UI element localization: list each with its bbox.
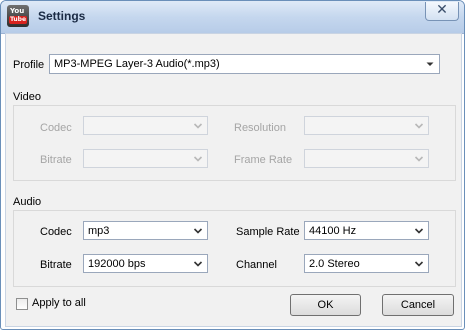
- video-resolution-select[interactable]: [304, 116, 429, 135]
- window-title: Settings: [38, 9, 86, 23]
- audio-codec-value: mp3: [88, 225, 110, 237]
- chevron-down-icon: [193, 259, 203, 269]
- title-bar[interactable]: You Tube Settings ✕: [1, 1, 464, 34]
- video-codec-select[interactable]: [83, 116, 208, 135]
- app-icon-text-bottom: Tube: [9, 16, 27, 24]
- profile-select[interactable]: MP3-MPEG Layer-3 Audio(*.mp3): [49, 54, 440, 74]
- close-button[interactable]: ✕: [425, 2, 459, 21]
- chevron-down-icon: [193, 121, 203, 131]
- profile-label: Profile: [13, 59, 45, 71]
- audio-bitrate-value: 192000 bps: [88, 258, 146, 270]
- profile-value: MP3-MPEG Layer-3 Audio(*.mp3): [54, 58, 220, 70]
- chevron-down-icon: [414, 121, 424, 131]
- video-bitrate-label: Bitrate: [40, 154, 72, 166]
- audio-codec-select[interactable]: mp3: [83, 221, 208, 240]
- app-icon-text-top: You: [10, 7, 25, 15]
- chevron-down-icon: [193, 226, 203, 236]
- audio-bitrate-select[interactable]: 192000 bps: [83, 254, 208, 273]
- video-codec-label: Codec: [40, 122, 72, 134]
- audio-section-label: Audio: [13, 196, 42, 208]
- audio-channel-label: Channel: [236, 259, 277, 271]
- settings-dialog: You Tube Settings ✕ Profile MP3-MPEG Lay…: [0, 0, 465, 330]
- ok-button[interactable]: OK: [290, 294, 361, 316]
- video-section-label: Video: [13, 91, 41, 103]
- video-framerate-label: Frame Rate: [234, 154, 293, 166]
- chevron-down-icon: [414, 259, 424, 269]
- close-icon: ✕: [436, 2, 448, 18]
- audio-codec-label: Codec: [40, 226, 72, 238]
- dialog-body: Profile MP3-MPEG Layer-3 Audio(*.mp3) Vi…: [5, 33, 462, 327]
- audio-samplerate-select[interactable]: 44100 Hz: [304, 221, 429, 240]
- chevron-down-icon: [414, 226, 424, 236]
- audio-bitrate-label: Bitrate: [40, 259, 72, 271]
- chevron-down-icon: [193, 154, 203, 164]
- audio-samplerate-value: 44100 Hz: [309, 225, 357, 237]
- video-bitrate-select[interactable]: [83, 149, 208, 168]
- apply-to-all-label: Apply to all: [32, 297, 86, 309]
- youtube-app-icon: You Tube: [7, 5, 29, 27]
- video-resolution-label: Resolution: [234, 122, 286, 134]
- apply-to-all-checkbox[interactable]: [16, 298, 28, 310]
- video-framerate-select[interactable]: [304, 149, 429, 168]
- chevron-down-icon: [425, 59, 435, 69]
- audio-channel-select[interactable]: 2.0 Stereo: [304, 254, 429, 273]
- chevron-down-icon: [414, 154, 424, 164]
- cancel-button[interactable]: Cancel: [382, 294, 454, 316]
- audio-samplerate-label: Sample Rate: [236, 226, 300, 238]
- audio-channel-value: 2.0 Stereo: [309, 258, 360, 270]
